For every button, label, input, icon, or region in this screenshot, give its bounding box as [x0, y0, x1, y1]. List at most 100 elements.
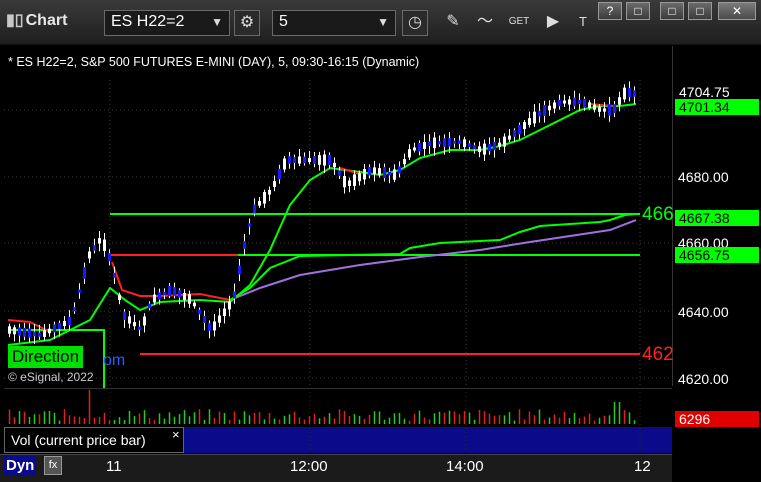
candle-body	[48, 328, 51, 334]
close-icon[interactable]: ×	[172, 427, 180, 442]
candle-body	[523, 122, 526, 130]
candle-body	[358, 173, 361, 182]
candle-body	[173, 287, 176, 296]
candle-body	[108, 253, 111, 262]
candle-body	[343, 176, 346, 188]
candle-body	[333, 162, 336, 168]
green-step-line	[229, 213, 637, 301]
level1-price-tag: 4667.38	[675, 210, 759, 226]
candle-body	[283, 158, 286, 170]
candle-body	[318, 155, 321, 165]
candle-body	[353, 174, 356, 187]
candle-body	[518, 124, 521, 135]
candle-body	[448, 138, 451, 147]
candle-body	[33, 331, 36, 337]
direction-label[interactable]: Direction	[8, 346, 84, 368]
candle-body	[493, 141, 496, 151]
candle-body	[393, 169, 396, 180]
candle-body	[513, 130, 516, 137]
candle-body	[223, 308, 226, 317]
candle-body	[618, 97, 621, 105]
candle-body	[593, 104, 596, 110]
volume-legend[interactable]: Vol (current price bar)	[4, 427, 184, 453]
candle-body	[433, 137, 436, 149]
candle-body	[438, 141, 441, 145]
candle-body	[238, 265, 241, 275]
chart-grid	[4, 80, 672, 452]
candle-body	[583, 98, 586, 108]
watermark-com: om	[103, 352, 126, 369]
candle-body	[598, 106, 601, 112]
candle-body	[158, 292, 161, 300]
candle-body	[268, 189, 271, 195]
candle-body	[628, 88, 631, 98]
candle-body	[588, 102, 591, 109]
candle-body	[168, 285, 171, 297]
candle-body	[418, 142, 421, 152]
time-label-1200: 12:00	[290, 458, 328, 475]
candle-body	[248, 223, 251, 227]
candle-body	[558, 99, 561, 107]
candle-body	[328, 154, 331, 166]
candle-body	[43, 330, 46, 337]
candle-body	[193, 302, 196, 307]
candle-body	[53, 324, 56, 333]
candle-body	[483, 143, 486, 155]
candle-body	[63, 320, 66, 327]
dynamic-mode-label[interactable]: Dyn	[4, 456, 37, 475]
candle-body	[73, 307, 76, 312]
ma-price-tag: 4701.34	[675, 99, 759, 115]
candle-body	[8, 326, 11, 334]
candle-body	[453, 140, 456, 144]
price-label-4640: 4640.00	[678, 304, 729, 320]
candle-body	[288, 156, 291, 164]
candle-body	[528, 118, 531, 126]
candle-body	[68, 316, 71, 326]
price-label-4680: 4680.00	[678, 169, 729, 185]
candle-body	[278, 168, 281, 180]
candle-body	[293, 157, 296, 163]
candle-body	[503, 136, 506, 147]
volume-bars	[8, 390, 636, 424]
candle-body	[228, 301, 231, 310]
fx-icon[interactable]: fx	[44, 456, 62, 475]
candle-body	[363, 168, 366, 180]
candle-body	[203, 316, 206, 323]
candle-body	[498, 142, 501, 147]
candle-body	[138, 326, 141, 330]
candle-body	[553, 102, 556, 109]
green-ma-line	[7, 103, 637, 346]
candle-body	[188, 294, 191, 304]
candle-body	[143, 316, 146, 326]
candle-body	[218, 315, 221, 323]
candle-body	[468, 143, 471, 148]
candle-body	[258, 200, 261, 206]
candle-body	[388, 171, 391, 176]
study-lines	[7, 103, 637, 346]
candle-body	[323, 154, 326, 166]
candle-body	[163, 291, 166, 296]
candle-body	[613, 103, 616, 114]
candle-body	[383, 167, 386, 179]
candle-body	[308, 157, 311, 163]
candle-body	[28, 328, 31, 338]
candle-body	[538, 110, 541, 117]
candlesticks	[8, 81, 636, 345]
candle-body	[608, 104, 611, 116]
candle-body	[428, 141, 431, 146]
candle-body	[488, 144, 491, 152]
candle-body	[633, 90, 636, 97]
candle-body	[93, 245, 96, 251]
candle-body	[338, 170, 341, 177]
chart-canvas	[4, 80, 672, 452]
candle-body	[413, 147, 416, 151]
candle-body	[273, 181, 276, 187]
candle-body	[98, 238, 101, 244]
candle-body	[83, 267, 86, 279]
candle-body	[78, 289, 81, 293]
candle-body	[18, 327, 21, 336]
candle-body	[58, 322, 61, 330]
candle-body	[533, 111, 536, 124]
candle-body	[578, 99, 581, 105]
right-red-level-label: 462	[642, 344, 674, 365]
